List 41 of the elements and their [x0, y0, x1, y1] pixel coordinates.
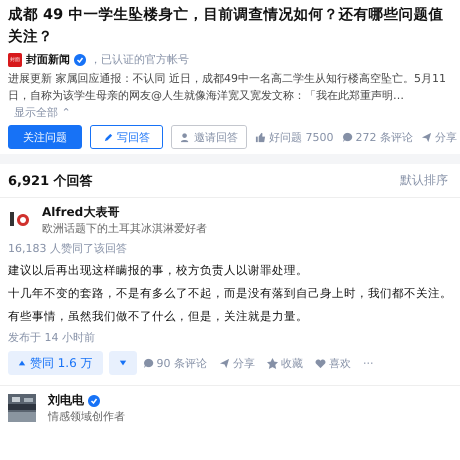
share-action[interactable]: 分享	[219, 356, 256, 370]
question-title: 关注？	[8, 28, 54, 47]
like-action[interactable]: 好问题 7500	[255, 130, 334, 144]
thumbs-up-icon	[255, 132, 266, 142]
person-icon	[180, 132, 191, 142]
pencil-icon	[103, 132, 114, 142]
downvote-button[interactable]	[108, 351, 137, 375]
sort-selector[interactable]: 默认排序	[400, 172, 448, 190]
more-action[interactable]: ···	[363, 356, 374, 370]
author-name[interactable]: 刘电电	[48, 392, 84, 409]
answer-paragraph: 十几年不变的套路，不是有多么了不起，而是没有落到自己身上时，我们都不关注。	[8, 285, 452, 302]
source-name[interactable]: 封面新闻	[26, 52, 70, 67]
upvote-button[interactable]: 赞同 1.6 万	[8, 351, 103, 375]
up-triangle-icon	[18, 358, 26, 366]
paper-plane-icon	[219, 358, 230, 368]
star-icon	[267, 358, 278, 368]
author-name[interactable]: Alfred大表哥	[42, 204, 120, 221]
upvote-count: 16,183 人赞同了该回答	[8, 241, 128, 256]
heart-action[interactable]: 喜欢	[315, 356, 352, 370]
invite-button[interactable]: 邀请回答	[171, 125, 247, 149]
answer-paragraph: 有些事情，虽然我们做不了什么，但是，关注就是力量。	[8, 308, 309, 325]
down-triangle-icon	[118, 359, 127, 367]
source-note: ，已认证的官方帐号	[90, 52, 189, 67]
answer-paragraph: 建议以后再出现这样瞒报的事，校方负责人以谢罪处理。	[8, 262, 309, 279]
comment-action[interactable]: 272 条评论	[342, 130, 413, 144]
write-answer-button[interactable]: 写回答	[90, 125, 163, 149]
author-bio: 欧洲话题下的土耳其冰淇淋爱好者	[42, 221, 207, 236]
share-action[interactable]: 分享	[421, 130, 457, 144]
show-all-link[interactable]: 显示全部 ⌃	[14, 106, 71, 119]
follow-button[interactable]: 关注问题	[8, 125, 82, 149]
comment-icon	[342, 132, 352, 142]
heart-icon	[315, 358, 326, 368]
question-title: 成都 49 中一学生坠楼身亡，目前调查情况如何？还有哪些问题值	[8, 5, 444, 25]
paper-plane-icon	[421, 132, 432, 142]
question-excerpt: 进展更新 家属回应通报：不认同 近日，成都49中一名高二学生从知行楼高空坠亡。5月11日，自称为该学生母亲的网友@人生就像海洋宽又宽发文称：「我在此郑重声明…	[8, 72, 446, 102]
answer-count: 6,921 个回答	[8, 173, 93, 190]
author-bio: 情感领域创作者	[48, 409, 125, 424]
star-action[interactable]: 收藏	[267, 356, 304, 370]
comment-action[interactable]: 90 条评论	[142, 356, 208, 370]
comment-icon	[142, 358, 154, 368]
publish-time: 发布于 14 小时前	[8, 330, 96, 345]
